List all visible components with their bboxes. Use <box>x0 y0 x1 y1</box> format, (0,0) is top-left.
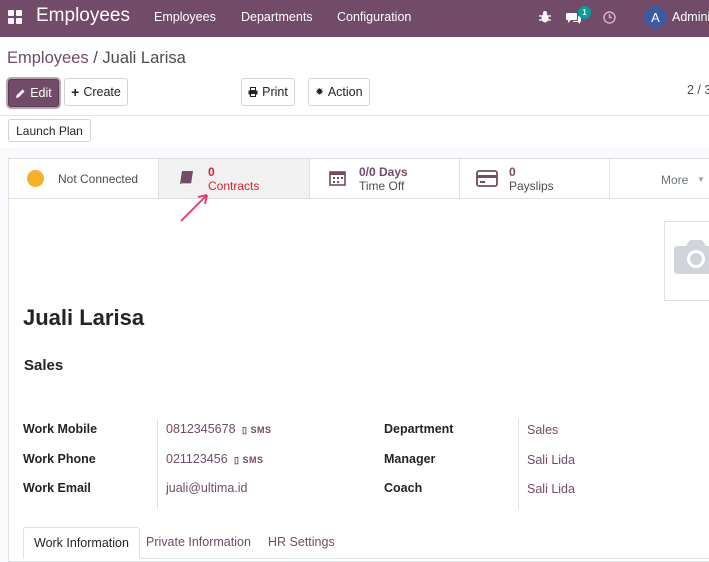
action-button[interactable]: ✹ Action <box>308 78 370 106</box>
department-label: Department <box>384 422 454 436</box>
create-button[interactable]: + Create <box>64 78 128 106</box>
im-status-button[interactable]: Not Connected <box>9 159 159 198</box>
employee-form-sheet: Not Connected 0 Contracts 0/0 Days Time … <box>8 158 709 562</box>
breadcrumb-separator: / <box>88 49 103 67</box>
gear-icon: ✹ <box>315 86 324 98</box>
contracts-count: 0 <box>208 165 215 179</box>
create-label: Create <box>83 85 121 99</box>
book-icon <box>180 171 193 185</box>
camera-icon <box>674 240 709 274</box>
work-mobile-label: Work Mobile <box>23 422 98 436</box>
messages-count-badge: 1 <box>578 6 591 19</box>
pencil-icon <box>16 88 25 98</box>
breadcrumb-employees[interactable]: Employees <box>7 49 89 67</box>
action-label: Action <box>327 85 363 99</box>
sms-label: SMS <box>250 425 272 435</box>
edit-button[interactable]: Edit <box>8 79 59 107</box>
payslips-count: 0 <box>509 165 516 179</box>
menu-departments[interactable]: Departments <box>241 10 313 24</box>
apps-menu-icon[interactable] <box>8 10 22 24</box>
breadcrumb: Employees / Juali Larisa <box>7 49 186 68</box>
menu-employees[interactable]: Employees <box>154 10 216 24</box>
employee-name[interactable]: Juali Larisa <box>23 305 144 331</box>
menu-configuration[interactable]: Configuration <box>337 10 411 24</box>
caret-down-icon: ▼ <box>697 175 705 184</box>
time-off-button[interactable]: 0/0 Days Time Off <box>310 159 460 198</box>
sms-button[interactable]: ▯ SMS <box>234 455 263 466</box>
bug-icon[interactable] <box>538 10 552 24</box>
more-button[interactable]: More ▼ <box>610 159 709 198</box>
app-title[interactable]: Employees <box>36 5 130 27</box>
tab-private-information[interactable]: Private Information <box>136 527 261 559</box>
work-mobile-value[interactable]: 0812345678 <box>166 422 236 436</box>
coach-label: Coach <box>384 481 423 495</box>
toolbar-divider <box>0 115 709 116</box>
user-avatar[interactable]: A <box>644 6 667 29</box>
print-button[interactable]: Print <box>241 78 295 106</box>
credit-card-icon <box>476 170 498 187</box>
form-notebook-tabs: Work Information Private Information HR … <box>23 527 709 559</box>
employee-photo[interactable] <box>664 221 709 301</box>
im-status-label: Not Connected <box>58 172 139 186</box>
plus-icon: + <box>71 84 80 100</box>
calendar-icon <box>329 171 346 186</box>
work-email-label: Work Email <box>23 481 91 495</box>
mobile-icon: ▯ <box>242 425 248 435</box>
status-dot-icon <box>27 170 44 187</box>
tab-hr-settings[interactable]: HR Settings <box>258 527 345 559</box>
time-off-label: Time Off <box>359 179 405 193</box>
user-name[interactable]: Adminis <box>672 10 709 24</box>
launch-plan-button[interactable]: Launch Plan <box>8 119 91 142</box>
time-off-value: 0/0 Days <box>359 165 408 179</box>
department-value[interactable]: Sales <box>527 423 558 437</box>
sms-label: SMS <box>242 455 264 465</box>
clock-icon[interactable] <box>603 11 616 24</box>
manager-value[interactable]: Sali Lida <box>527 453 575 467</box>
work-phone-value[interactable]: 021123456 <box>166 452 228 466</box>
work-email-value[interactable]: juali@ultima.id <box>166 481 247 495</box>
stat-button-box: Not Connected 0 Contracts 0/0 Days Time … <box>9 159 709 199</box>
coach-value[interactable]: Sali Lida <box>527 482 575 496</box>
annotation-arrow-icon <box>180 194 208 222</box>
payslips-button[interactable]: 0 Payslips <box>460 159 610 198</box>
breadcrumb-current: Juali Larisa <box>102 49 186 67</box>
pager-value[interactable]: 2 / 3 <box>687 83 709 97</box>
top-navbar: Employees Employees Departments Configur… <box>0 0 709 37</box>
sms-button[interactable]: ▯ SMS <box>242 425 271 436</box>
manager-label: Manager <box>384 452 436 466</box>
printer-icon <box>248 87 258 97</box>
tab-work-information[interactable]: Work Information <box>23 527 140 559</box>
job-title[interactable]: Sales <box>24 357 63 374</box>
print-label: Print <box>262 85 288 99</box>
work-phone-label: Work Phone <box>23 452 96 466</box>
more-label: More <box>661 173 689 187</box>
field-divider <box>157 419 158 509</box>
edit-label: Edit <box>30 86 52 100</box>
field-divider <box>518 419 519 509</box>
payslips-label: Payslips <box>509 179 554 193</box>
mobile-icon: ▯ <box>234 455 240 465</box>
